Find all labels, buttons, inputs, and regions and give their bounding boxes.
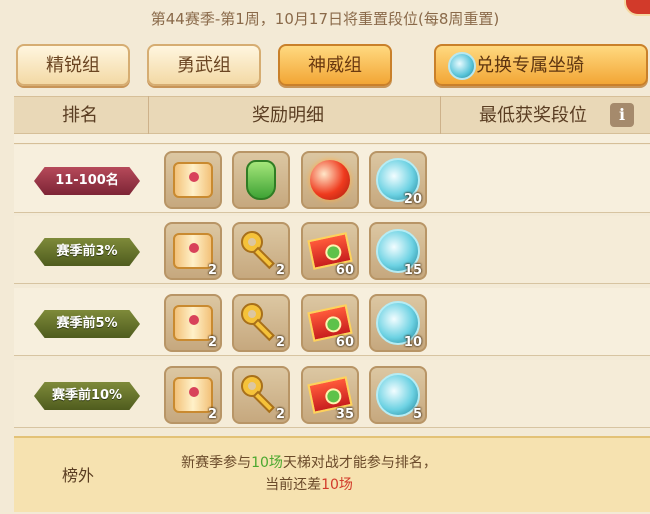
rank-badge: 赛季前5% (34, 310, 140, 338)
tab-brave-group[interactable]: 勇武组 (147, 44, 261, 86)
reward-item[interactable]: 60 (301, 222, 359, 280)
group-tabs: 精锐组 勇武组 神威组 兑换专属坐骑 (16, 44, 650, 88)
fire-orb-icon (310, 160, 350, 200)
header-rank: 排名 (62, 105, 98, 126)
header-rewards: 奖励明细 (252, 105, 324, 126)
item-quantity: 2 (207, 335, 217, 350)
item-quantity: 2 (275, 335, 285, 350)
partial-list-row (14, 134, 650, 144)
reward-item[interactable]: 2 (232, 294, 290, 352)
column-divider (148, 96, 149, 134)
exchange-mount-button[interactable]: 兑换专属坐骑 (434, 44, 648, 86)
message-text: 当前还差 (265, 477, 322, 493)
reward-item[interactable]: 15 (369, 222, 427, 280)
item-quantity: 2 (207, 263, 217, 278)
column-divider (440, 96, 441, 134)
reward-item[interactable]: 5 (369, 366, 427, 424)
reward-item[interactable]: 10 (369, 294, 427, 352)
message-text: 新赛季参与 (181, 455, 252, 471)
message-text: 天梯对战才能参与排名， (282, 455, 437, 471)
remaining-matches: 10场 (321, 477, 353, 493)
table-row: 赛季前10% 2 2 35 5 (14, 360, 650, 428)
unranked-label: 榜外 (62, 466, 95, 485)
reward-item[interactable]: 2 (164, 222, 222, 280)
table-row: 赛季前5% 2 2 60 10 (14, 288, 650, 356)
reward-item[interactable]: 2 (164, 294, 222, 352)
scroll-icon (173, 162, 213, 198)
item-quantity: 2 (275, 407, 285, 422)
item-quantity: 10 (403, 335, 422, 350)
item-quantity: 60 (335, 335, 354, 350)
required-matches: 10场 (251, 455, 283, 471)
item-quantity: 60 (335, 263, 354, 278)
table-row: 11-100名 20 (14, 145, 650, 213)
reward-item[interactable]: 35 (301, 366, 359, 424)
item-quantity: 15 (403, 263, 422, 278)
exchange-mount-label: 兑换专属坐骑 (476, 55, 584, 76)
header-min-tier: 最低获奖段位 (479, 105, 587, 126)
rank-badge: 赛季前3% (34, 238, 140, 266)
reward-item[interactable]: 60 (301, 294, 359, 352)
reward-item[interactable]: 20 (369, 151, 427, 209)
info-icon[interactable]: i (610, 103, 634, 127)
item-quantity: 20 (403, 192, 422, 207)
ranking-requirement-message: 新赛季参与10场天梯对战才能参与排名， 当前还差10场 (144, 452, 474, 496)
reward-item[interactable] (164, 151, 222, 209)
tab-elite-group[interactable]: 精锐组 (16, 44, 130, 86)
table-row: 赛季前3% 2 2 60 15 (14, 216, 650, 284)
item-quantity: 35 (335, 407, 354, 422)
season-info: 第44赛季-第1周，10月17日将重置段位(每8周重置) (150, 10, 500, 28)
potion-bottle-icon (246, 160, 276, 200)
tab-divine-group[interactable]: 神威组 (278, 44, 392, 86)
reward-item[interactable]: 2 (232, 366, 290, 424)
reward-item[interactable]: 2 (232, 222, 290, 280)
item-quantity: 2 (207, 407, 217, 422)
item-quantity: 2 (275, 263, 285, 278)
table-header: 排名 奖励明细 最低获奖段位 (14, 96, 650, 134)
rank-badge: 11-100名 (34, 167, 140, 195)
reward-item[interactable] (301, 151, 359, 209)
reward-item[interactable]: 2 (164, 366, 222, 424)
mount-crystal-icon (448, 52, 476, 80)
reward-item[interactable] (232, 151, 290, 209)
rank-badge: 赛季前10% (34, 382, 140, 410)
unranked-footer: 榜外 新赛季参与10场天梯对战才能参与排名， 当前还差10场 (14, 436, 650, 512)
item-quantity: 5 (412, 407, 422, 422)
